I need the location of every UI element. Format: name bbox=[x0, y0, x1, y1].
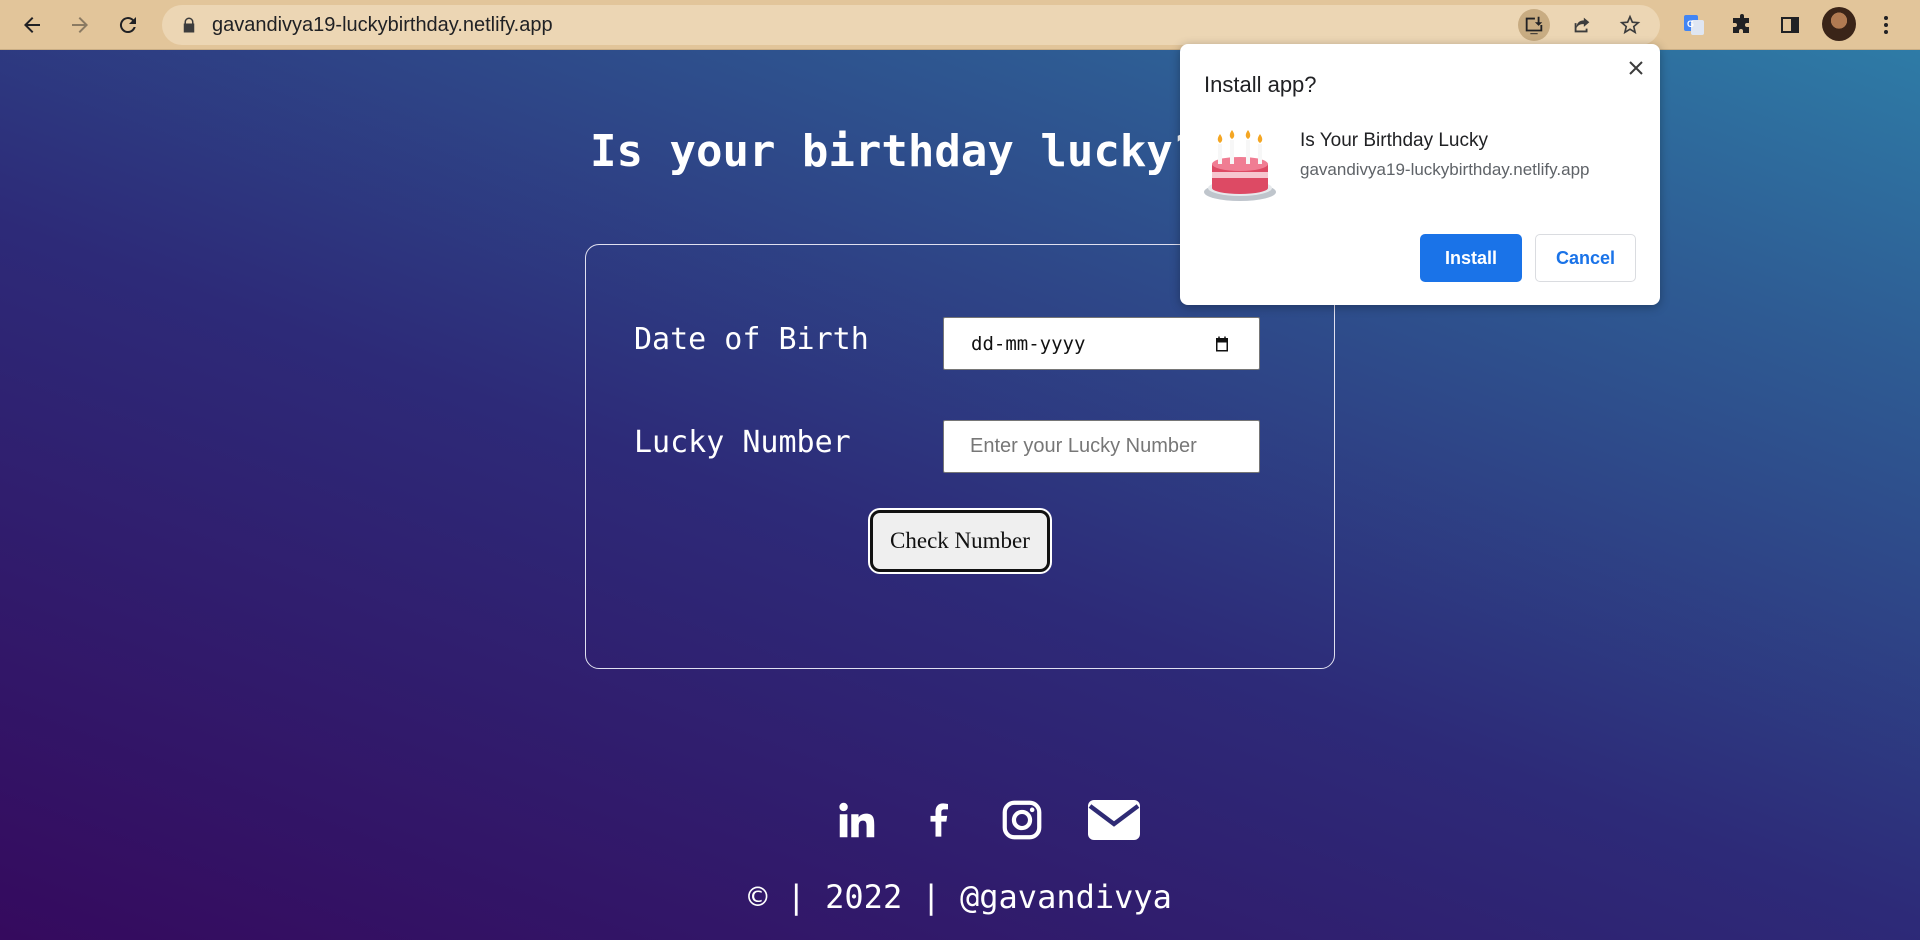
install-button[interactable]: Install bbox=[1420, 234, 1522, 282]
check-number-button[interactable]: Check Number bbox=[870, 510, 1050, 572]
lock-icon[interactable] bbox=[180, 16, 198, 34]
google-translate-icon[interactable]: G bbox=[1674, 5, 1714, 45]
dob-label: Date of Birth bbox=[634, 322, 869, 357]
kebab-menu-icon[interactable] bbox=[1866, 5, 1906, 45]
address-bar[interactable]: gavandivya19-luckybirthday.netlify.app bbox=[162, 5, 1660, 45]
install-app-icon[interactable] bbox=[1518, 9, 1550, 41]
social-links bbox=[0, 795, 1920, 845]
lucky-number-label: Lucky Number bbox=[634, 425, 851, 460]
cancel-button[interactable]: Cancel bbox=[1535, 234, 1636, 282]
dob-value: dd-mm-yyyy bbox=[971, 333, 1086, 355]
extensions-puzzle-icon[interactable] bbox=[1722, 5, 1762, 45]
footer-copyright: © | 2022 | @gavandivya bbox=[748, 878, 1172, 916]
dob-input[interactable]: dd-mm-yyyy bbox=[943, 317, 1260, 370]
url-text[interactable]: gavandivya19-luckybirthday.netlify.app bbox=[212, 5, 553, 45]
email-icon[interactable] bbox=[1086, 795, 1142, 845]
install-app-dialog: Install app? Is Your Birthday Lucky gava… bbox=[1180, 44, 1660, 305]
instagram-icon[interactable] bbox=[997, 795, 1047, 845]
lucky-number-field bbox=[943, 420, 1260, 473]
facebook-icon[interactable] bbox=[918, 795, 958, 845]
close-icon[interactable] bbox=[1622, 54, 1650, 82]
browser-toolbar: gavandivya19-luckybirthday.netlify.app G bbox=[0, 0, 1920, 50]
lucky-number-input[interactable] bbox=[944, 421, 1259, 472]
linkedin-icon[interactable] bbox=[832, 795, 882, 845]
profile-avatar[interactable] bbox=[1822, 7, 1856, 41]
forward-arrow-icon[interactable] bbox=[60, 5, 100, 45]
bookmark-star-icon[interactable] bbox=[1614, 9, 1646, 41]
reload-icon[interactable] bbox=[108, 5, 148, 45]
back-arrow-icon[interactable] bbox=[12, 5, 52, 45]
share-icon[interactable] bbox=[1566, 9, 1598, 41]
birthday-cake-icon bbox=[1204, 130, 1276, 201]
app-url: gavandivya19-luckybirthday.netlify.app bbox=[1300, 160, 1590, 179]
dialog-title: Install app? bbox=[1204, 72, 1317, 97]
svg-text:G: G bbox=[1687, 19, 1694, 29]
app-name: Is Your Birthday Lucky bbox=[1300, 130, 1488, 151]
calendar-icon[interactable] bbox=[1213, 335, 1231, 353]
side-panel-icon[interactable] bbox=[1770, 5, 1810, 45]
